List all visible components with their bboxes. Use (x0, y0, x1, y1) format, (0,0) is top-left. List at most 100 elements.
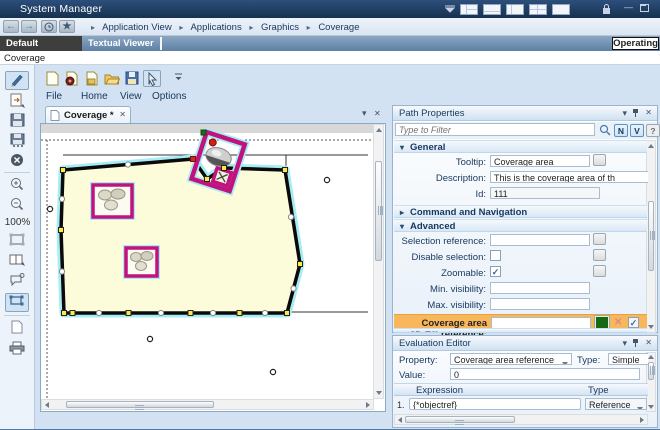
layout-grid-left-icon[interactable] (460, 4, 478, 15)
operating-mode-badge[interactable]: Operating (612, 37, 659, 50)
rotation-handle[interactable] (201, 130, 206, 135)
pin-icon[interactable] (632, 338, 639, 350)
breadcrumb-coverage[interactable]: Coverage (318, 22, 359, 33)
system-manager-window: System Manager — ← → ★ ▸ Application Vie… (0, 0, 660, 430)
description-field[interactable]: This is the coverage area of th (490, 171, 648, 183)
menu-file[interactable]: File (46, 91, 62, 102)
selection-reference-browse-button[interactable] (593, 233, 606, 245)
disable-selection-browse-button[interactable] (593, 249, 606, 261)
section-command-navigation[interactable]: ▸Command and Navigation (394, 205, 647, 218)
selected-vertex-handle[interactable] (191, 157, 196, 162)
back-button[interactable]: ← (3, 20, 19, 33)
docwell-dropdown-icon[interactable]: ▾ (362, 108, 367, 118)
value-field[interactable]: 0 (450, 368, 640, 380)
layout-bottom-icon[interactable] (483, 4, 501, 15)
panel-menu-icon[interactable]: ▾ (622, 108, 627, 119)
type-dropdown[interactable]: Reference (585, 398, 647, 410)
minimize-button[interactable]: — (624, 2, 633, 12)
column-header-expression[interactable]: Expression (394, 383, 584, 396)
filter-name-button[interactable]: N (614, 124, 628, 137)
breadcrumb-applications[interactable]: Applications (190, 22, 241, 33)
zoomable-checkbox[interactable]: ✓ (490, 266, 501, 277)
zoomable-label: Zoomable: (393, 268, 486, 279)
panel-close-icon[interactable]: ✕ (645, 338, 652, 347)
zoom-in-icon[interactable] (5, 177, 29, 196)
save-toolbar-icon[interactable] (123, 70, 141, 87)
zoomable-browse-button[interactable] (593, 265, 606, 277)
pointer-tool-icon[interactable] (143, 70, 161, 87)
pin-icon[interactable] (632, 108, 639, 120)
forward-button[interactable]: → (21, 20, 37, 33)
max-visibility-field[interactable] (490, 298, 590, 310)
restore-button[interactable] (640, 4, 649, 12)
filter-help-button[interactable]: ? (646, 124, 660, 137)
menu-options[interactable]: Options (152, 91, 186, 102)
favorites-star-icon[interactable]: ★ (59, 20, 75, 33)
tooltip-browse-button[interactable] (593, 154, 606, 166)
clear-reference-icon[interactable]: ✕ (614, 317, 622, 328)
filter-value-button[interactable]: V (630, 124, 644, 137)
toolbar-overflow-icon[interactable] (169, 70, 187, 87)
callout-icon[interactable] (5, 273, 29, 292)
path-properties-header[interactable]: Path Properties ▾ ✕ (393, 106, 657, 121)
export-document-icon[interactable] (83, 70, 101, 87)
layout-left-panel-icon[interactable] (506, 4, 524, 15)
panel-title: Path Properties (399, 108, 464, 119)
filter-input[interactable] (395, 123, 595, 136)
history-icon[interactable] (41, 20, 57, 33)
panel-menu-icon[interactable]: ▾ (622, 338, 627, 349)
menu-view[interactable]: View (120, 91, 142, 102)
drawing-canvas[interactable] (40, 123, 386, 412)
breadcrumb-application-view[interactable]: Application View (102, 22, 172, 33)
plant-item-2[interactable] (126, 248, 157, 276)
pin-layout-icon[interactable] (444, 5, 456, 15)
close-document-icon[interactable] (5, 153, 29, 172)
import-document-icon[interactable] (63, 70, 81, 87)
menu-home[interactable]: Home (81, 91, 108, 102)
zoom-out-icon[interactable] (5, 197, 29, 216)
selection-reference-field[interactable] (490, 234, 590, 246)
export-page-icon[interactable] (5, 93, 29, 112)
section-3d-effects[interactable]: ▸3D Effects (394, 328, 647, 333)
docwell-close-icon[interactable]: ✕ (374, 109, 381, 118)
coverage-drawing[interactable] (41, 124, 373, 400)
canvas-hscrollbar[interactable] (41, 399, 374, 410)
type-field[interactable]: Simple (608, 353, 648, 365)
coverage-view-icon[interactable] (5, 293, 29, 312)
fit-view-icon[interactable] (5, 233, 29, 252)
document-tab-coverage[interactable]: Coverage * ✕ (45, 106, 131, 123)
min-visibility-field[interactable] (490, 282, 590, 294)
tab-textual-viewer[interactable]: Textual Viewer (88, 38, 154, 49)
panel-close-icon[interactable]: ✕ (645, 108, 652, 117)
split-view-icon[interactable] (5, 253, 29, 272)
search-icon[interactable] (599, 124, 611, 139)
page-setup-icon[interactable] (5, 320, 29, 339)
expression-field[interactable]: {*objectref} (409, 398, 581, 410)
evaluation-hscrollbar[interactable] (394, 414, 648, 425)
disable-selection-checkbox[interactable] (490, 250, 501, 261)
column-header-type[interactable]: Type (584, 383, 648, 396)
edit-pencil-icon[interactable] (5, 71, 29, 90)
save-as-icon[interactable] (5, 133, 29, 152)
section-advanced[interactable]: ▾Advanced (394, 219, 647, 232)
tooltip-field[interactable]: Coverage area (490, 155, 590, 167)
apply-reference-checkbox[interactable]: ✓ (628, 317, 639, 328)
zoom-level-label[interactable]: 100% (0, 217, 35, 228)
layout-quad-icon[interactable] (529, 4, 547, 15)
evaluation-editor-header[interactable]: Evaluation Editor ▾ ✕ (393, 336, 657, 351)
document-tab-close-icon[interactable]: ✕ (119, 110, 126, 119)
tab-default[interactable]: Default (0, 36, 82, 51)
plant-item-1[interactable] (93, 185, 132, 217)
canvas-vscrollbar[interactable] (373, 124, 384, 399)
layout-single-icon[interactable] (552, 4, 570, 15)
save-icon[interactable] (5, 113, 29, 132)
new-document-icon[interactable] (43, 70, 61, 87)
rail-divider (4, 315, 30, 316)
properties-vscrollbar[interactable] (646, 140, 656, 333)
property-dropdown[interactable]: Coverage area reference (450, 353, 572, 365)
breadcrumb-graphics[interactable]: Graphics (261, 22, 299, 33)
docwell-controls: ▾ ✕ (362, 108, 388, 120)
print-icon[interactable] (5, 341, 29, 360)
section-general[interactable]: ▾General (394, 140, 647, 153)
open-folder-icon[interactable] (103, 70, 121, 87)
